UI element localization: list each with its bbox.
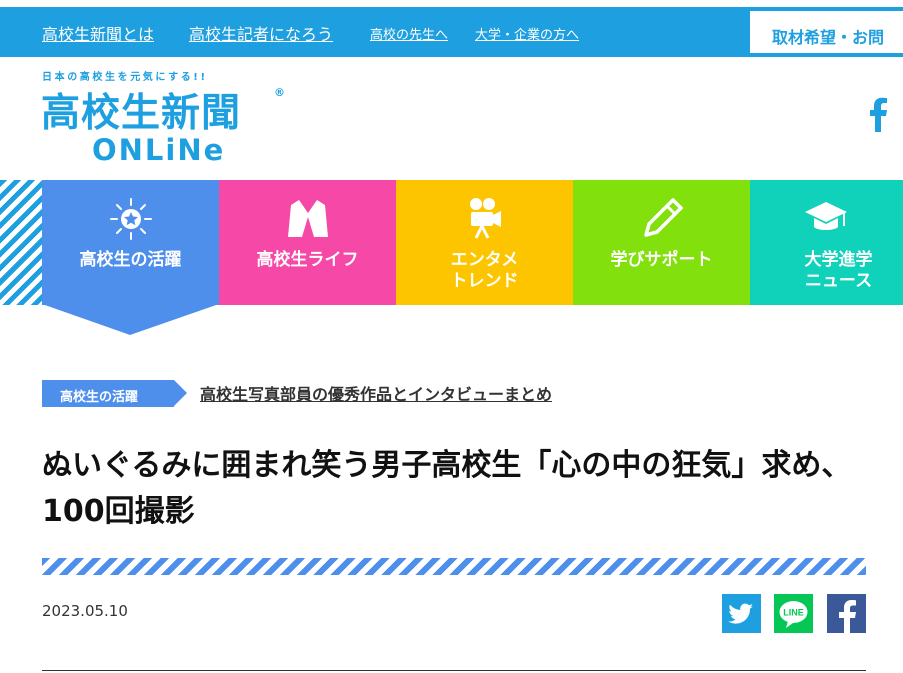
pencil-icon xyxy=(643,198,683,237)
contact-button[interactable]: 取材希望・お問 xyxy=(750,11,903,53)
graduation-cap-icon xyxy=(805,202,847,230)
facebook-icon[interactable] xyxy=(866,96,890,132)
twitter-share-button[interactable] xyxy=(722,594,761,633)
logo-online-text: ONLiNe xyxy=(92,133,226,167)
nav-item-manabi[interactable]: 学びサポート xyxy=(573,180,750,305)
nav-label: 高校生ライフ xyxy=(256,250,359,270)
movie-camera-icon xyxy=(469,198,501,239)
active-nav-indicator xyxy=(42,304,219,335)
top-bar: 高校生新聞とは 高校生記者になろう 高校の先生へ 大学・企業の方へ 取材希望・お… xyxy=(0,7,903,57)
top-link-about[interactable]: 高校生新聞とは xyxy=(42,21,154,45)
star-burst-icon xyxy=(109,198,152,240)
nav-stripe-decoration xyxy=(0,180,42,305)
article-date: 2023.05.10 xyxy=(42,602,128,620)
top-link-become-reporter[interactable]: 高校生記者になろう xyxy=(189,21,333,45)
title-stripe-decoration xyxy=(42,558,866,575)
nav-label: 高校生の活躍 xyxy=(79,250,182,270)
nav-item-university[interactable]: 大学進学 ニュース xyxy=(750,180,903,305)
article-title: ぬいぐるみに囲まれ笑う男子高校生「心の中の狂気」求め、100回撮影 xyxy=(42,448,852,529)
nav-label-line2: トレンド xyxy=(450,271,519,291)
logo-registered-mark: ® xyxy=(274,86,285,99)
logo-tagline: 日本の高校生を元気にする!! xyxy=(42,72,208,83)
nav-item-life[interactable]: 高校生ライフ xyxy=(219,180,396,305)
line-share-button[interactable]: LINE xyxy=(774,594,813,633)
line-icon-label: LINE xyxy=(783,608,804,618)
breadcrumb-category[interactable]: 高校生の活躍 xyxy=(42,380,187,407)
nav-label-line1: エンタメ xyxy=(450,250,519,270)
facebook-share-button[interactable] xyxy=(827,594,866,633)
logo-main-text: 高校生新聞 xyxy=(41,91,242,136)
article-divider xyxy=(42,670,866,671)
nav-label-line1: 大学進学 xyxy=(804,250,873,270)
nav-item-entame[interactable]: エンタメ トレンド xyxy=(396,180,573,305)
top-link-teachers[interactable]: 高校の先生へ xyxy=(370,24,448,43)
top-link-companies[interactable]: 大学・企業の方へ xyxy=(475,24,579,43)
nav-label: 学びサポート xyxy=(610,250,713,270)
nav-label-line2: ニュース xyxy=(804,271,873,291)
blazer-icon xyxy=(287,199,328,237)
nav-item-katsuyaku[interactable]: 高校生の活躍 xyxy=(42,180,219,305)
breadcrumb-link[interactable]: 高校生写真部員の優秀作品とインタビューまとめ xyxy=(200,381,552,405)
